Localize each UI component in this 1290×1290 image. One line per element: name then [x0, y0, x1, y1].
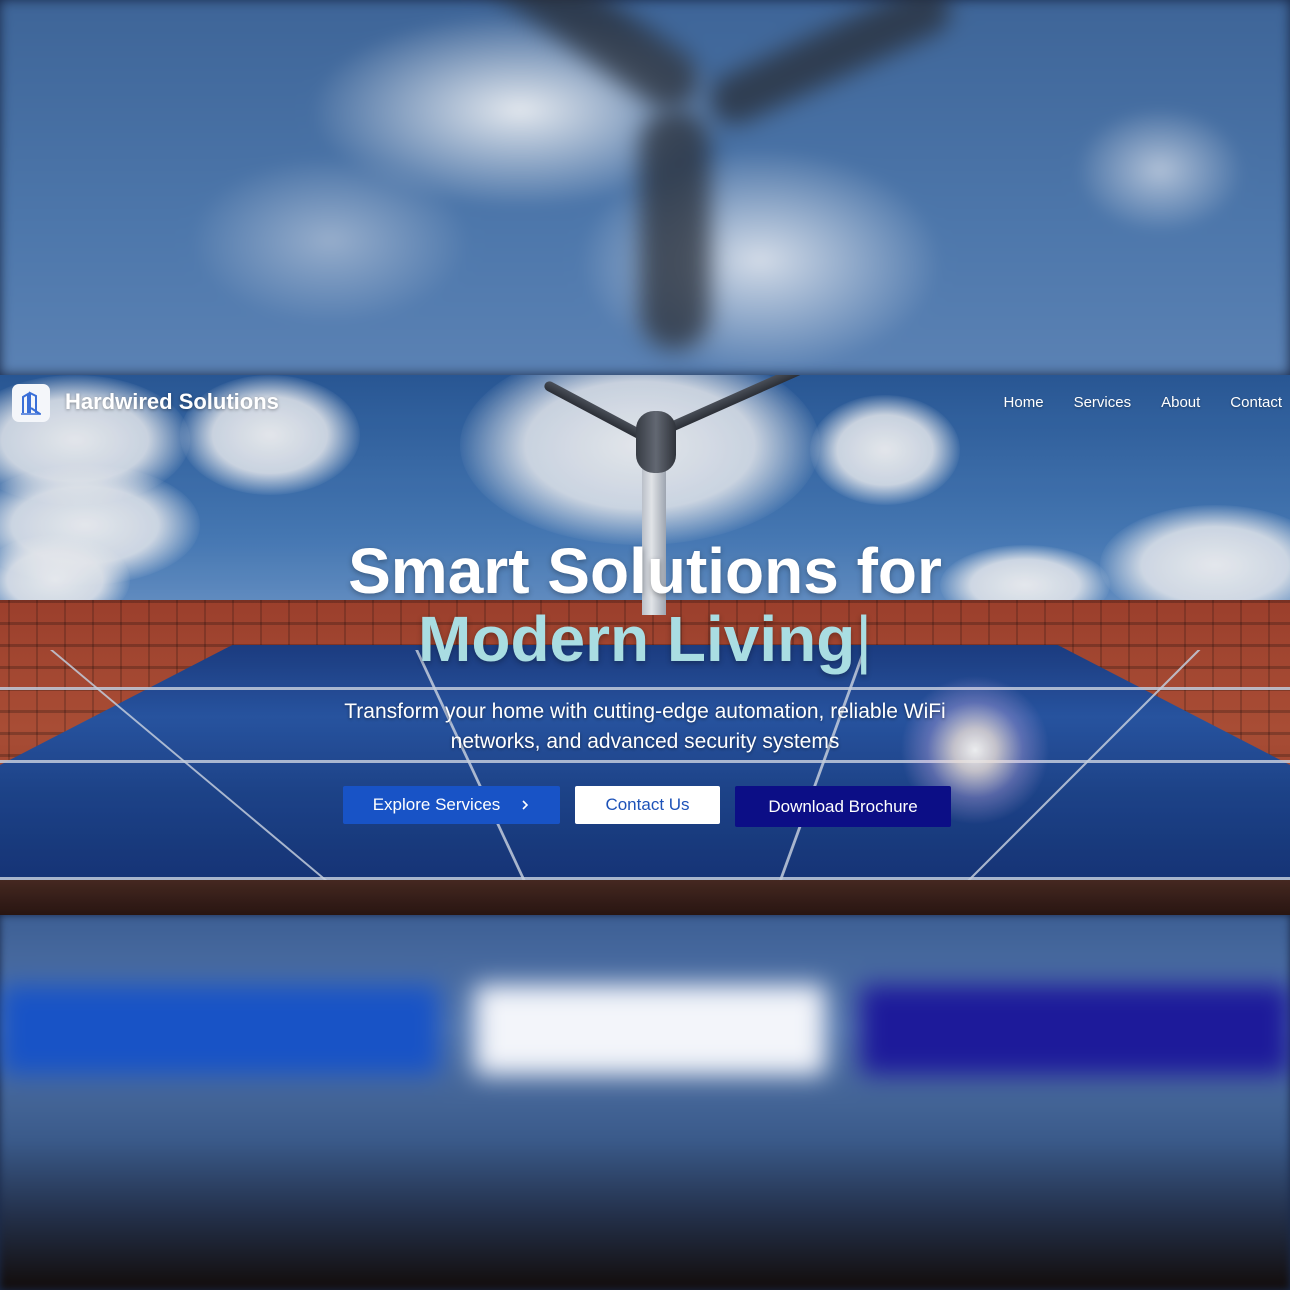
hero-section: Hardwired Solutions Home Services About … — [0, 375, 1290, 915]
hero-headline: Smart Solutions for Modern Living| — [0, 537, 1290, 673]
nav-link-about[interactable]: About — [1161, 394, 1200, 411]
brand-name[interactable]: Hardwired Solutions — [65, 389, 279, 415]
blurred-background-top — [0, 0, 1290, 375]
nav-link-services[interactable]: Services — [1074, 394, 1132, 411]
headline-line-2: Modern Living — [418, 603, 856, 675]
typing-cursor: | — [855, 603, 872, 675]
hero-subtitle: Transform your home with cutting-edge au… — [344, 700, 946, 753]
explore-services-button[interactable]: Explore Services — [343, 786, 560, 824]
contact-us-button[interactable]: Contact Us — [575, 786, 720, 824]
nav-link-contact[interactable]: Contact — [1230, 394, 1282, 411]
chevron-right-icon — [522, 800, 529, 810]
blurred-background-bottom — [0, 915, 1290, 1290]
explore-services-label: Explore Services — [372, 795, 501, 814]
nav-links: Home Services About Contact — [1004, 394, 1282, 411]
screenshot-frame: Hardwired Solutions Home Services About … — [0, 0, 1290, 1290]
logo[interactable] — [12, 384, 50, 422]
headline-line-1: Smart Solutions for — [348, 535, 942, 607]
download-brochure-button[interactable]: Download Brochure — [735, 786, 951, 827]
building-icon — [21, 391, 41, 415]
nav-link-home[interactable]: Home — [1004, 394, 1044, 411]
navbar: Hardwired Solutions Home Services About … — [0, 375, 1290, 431]
